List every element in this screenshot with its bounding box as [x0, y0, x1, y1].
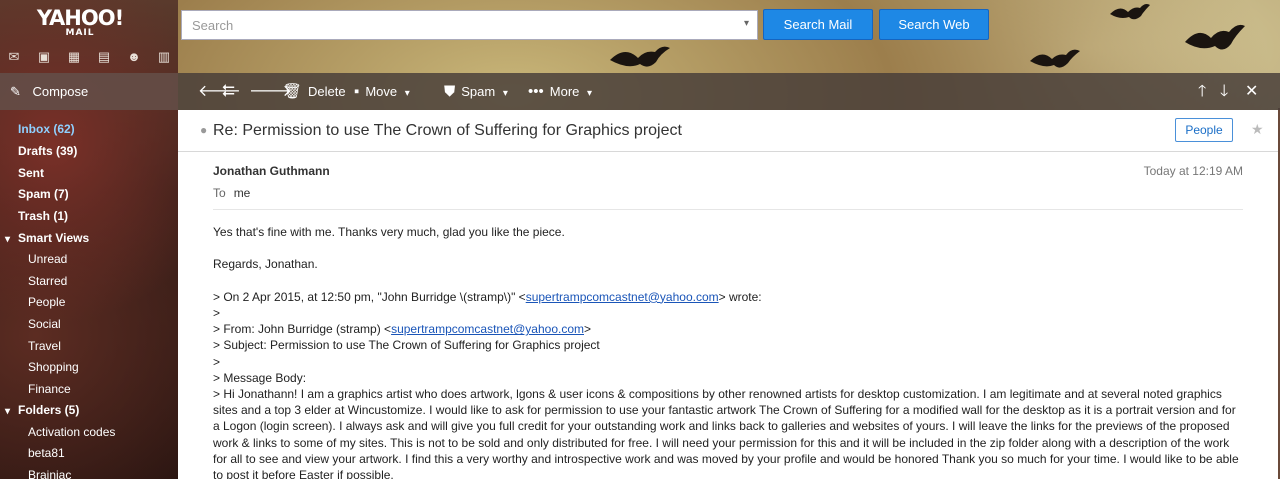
- messenger-icon[interactable]: ☻: [126, 50, 142, 64]
- sidebar-item-brainiac[interactable]: Brainiac: [28, 468, 71, 479]
- yahoo-mail-logo[interactable]: YAHOO! MAIL: [20, 6, 140, 39]
- app-switcher: ✉ ▣ ▦ ▤ ☻ ▥: [6, 50, 172, 64]
- people-button[interactable]: People: [1175, 118, 1233, 142]
- move-label: Move: [365, 84, 398, 99]
- quoted-paragraph: > Hi Jonathann! I am a graphics artist w…: [213, 387, 1239, 479]
- recipient-line: To me: [213, 186, 250, 200]
- message-timestamp: Today at 12:19 AM: [1143, 164, 1243, 178]
- quote-text: > From: John Burridge (stramp) <: [213, 322, 392, 337]
- sidebar-item-finance[interactable]: Finance: [28, 382, 71, 396]
- spam-button[interactable]: ⛊ Spam ▾: [444, 73, 508, 110]
- sidebar-item-spam[interactable]: Spam (7): [18, 187, 69, 201]
- quote-text: >: [584, 322, 592, 337]
- quoted-line: >: [213, 305, 221, 320]
- message-body: Yes that's fine with me. Thanks very muc…: [213, 224, 1243, 479]
- sidebar-item-beta81[interactable]: beta81: [28, 446, 65, 460]
- message-pane: ● Re: Permission to use The Crown of Suf…: [178, 110, 1278, 479]
- quote-text: > wrote:: [718, 289, 762, 304]
- shield-icon: ⛊: [444, 83, 456, 100]
- message-subject: Re: Permission to use The Crown of Suffe…: [213, 122, 682, 139]
- quoted-line: > Message Body:: [213, 370, 307, 385]
- search-mail-button[interactable]: Search Mail: [763, 9, 873, 40]
- header-divider: [213, 209, 1243, 210]
- newsfeed-icon[interactable]: ▥: [156, 50, 172, 64]
- to-label: To: [213, 186, 226, 200]
- compose-button[interactable]: ✎ Compose: [0, 73, 178, 110]
- reply-all-icon[interactable]: ⮄: [222, 73, 235, 110]
- delete-label: Delete: [308, 84, 346, 99]
- quoted-line: > On 2 Apr 2015, at 12:50 pm, "John Burr…: [213, 289, 1243, 305]
- chevron-down-icon: ▾: [502, 88, 508, 99]
- contacts-icon[interactable]: ▣: [36, 50, 52, 64]
- read-status-dot-icon[interactable]: ●: [200, 123, 207, 137]
- quote-text: > On 2 Apr 2015, at 12:50 pm, "John Burr…: [213, 289, 526, 304]
- move-button[interactable]: ▪ Move ▾: [354, 73, 410, 110]
- sidebar-item-shopping[interactable]: Shopping: [28, 360, 79, 374]
- folder-icon: ▪: [354, 83, 360, 100]
- star-icon[interactable]: ★: [1251, 121, 1264, 138]
- mail-icon[interactable]: ✉: [6, 50, 22, 64]
- more-label: More: [549, 84, 580, 99]
- email-link[interactable]: supertrampcomcastnet@yahoo.com: [391, 322, 584, 336]
- crow-decoration: [1110, 4, 1150, 20]
- quoted-line: >: [213, 354, 221, 369]
- crow-decoration: [1185, 24, 1245, 50]
- chevron-down-icon: ▾: [5, 406, 11, 417]
- delete-button[interactable]: 🗑 Delete: [283, 73, 346, 110]
- next-message-icon[interactable]: 🡓: [1220, 73, 1228, 110]
- logo-text: YAHOO!: [36, 6, 124, 30]
- recipient[interactable]: me: [234, 186, 251, 200]
- folders-toggle[interactable]: ▾ Folders (5): [5, 403, 79, 417]
- search-input[interactable]: [182, 11, 732, 39]
- search-web-button[interactable]: Search Web: [879, 9, 989, 40]
- search-box: ▾: [181, 10, 758, 40]
- folders-label: Folders (5): [18, 403, 80, 417]
- search-options-chevron-icon[interactable]: ▾: [744, 18, 749, 29]
- subject-bar: ● Re: Permission to use The Crown of Suf…: [178, 110, 1278, 152]
- close-icon[interactable]: ✕: [1245, 73, 1258, 110]
- chevron-down-icon: ▾: [587, 88, 593, 99]
- sidebar-item-trash[interactable]: Trash (1): [18, 209, 68, 223]
- compose-label: Compose: [32, 84, 89, 99]
- sidebar-item-people[interactable]: People: [28, 295, 65, 309]
- message-toolbar: ✎ Compose 🡐 ⮄ 🡒 🗑 Delete ▪ Move ▾ ⛊ Spam ▾ …: [0, 73, 1280, 110]
- spam-label: Spam: [461, 84, 496, 99]
- trash-icon: 🗑: [283, 83, 303, 100]
- crow-decoration: [1030, 49, 1080, 68]
- quoted-line: > From: John Burridge (stramp) <supertra…: [213, 321, 1243, 337]
- sidebar-item-social[interactable]: Social: [28, 317, 61, 331]
- pencil-icon: ✎: [10, 84, 21, 99]
- sidebar-item-travel[interactable]: Travel: [28, 339, 61, 353]
- more-button[interactable]: ••• More ▾: [528, 73, 592, 110]
- crow-decoration: [610, 46, 670, 67]
- sidebar-item-activation-codes[interactable]: Activation codes: [28, 425, 115, 439]
- notepad-icon[interactable]: ▤: [96, 50, 112, 64]
- sidebar-item-starred[interactable]: Starred: [28, 274, 67, 288]
- body-line: Yes that's fine with me. Thanks very muc…: [213, 225, 565, 239]
- chevron-down-icon: ▾: [5, 234, 11, 245]
- sender-name[interactable]: Jonathan Guthmann: [213, 164, 330, 178]
- smart-views-label: Smart Views: [18, 231, 90, 245]
- sidebar-item-sent[interactable]: Sent: [18, 166, 44, 180]
- smart-views-toggle[interactable]: ▾ Smart Views: [5, 231, 89, 245]
- previous-message-icon[interactable]: 🡑: [1198, 73, 1206, 110]
- chevron-down-icon: ▾: [404, 88, 410, 99]
- body-line: Regards, Jonathan.: [213, 257, 318, 272]
- email-link[interactable]: supertrampcomcastnet@yahoo.com: [526, 290, 719, 304]
- quoted-line: > Subject: Permission to use The Crown o…: [213, 338, 600, 353]
- calendar-icon[interactable]: ▦: [66, 50, 82, 64]
- ellipsis-icon: •••: [528, 83, 544, 100]
- sidebar-item-unread[interactable]: Unread: [28, 252, 67, 266]
- sidebar-item-drafts[interactable]: Drafts (39): [18, 144, 77, 158]
- sidebar-item-inbox[interactable]: Inbox (62): [18, 122, 75, 136]
